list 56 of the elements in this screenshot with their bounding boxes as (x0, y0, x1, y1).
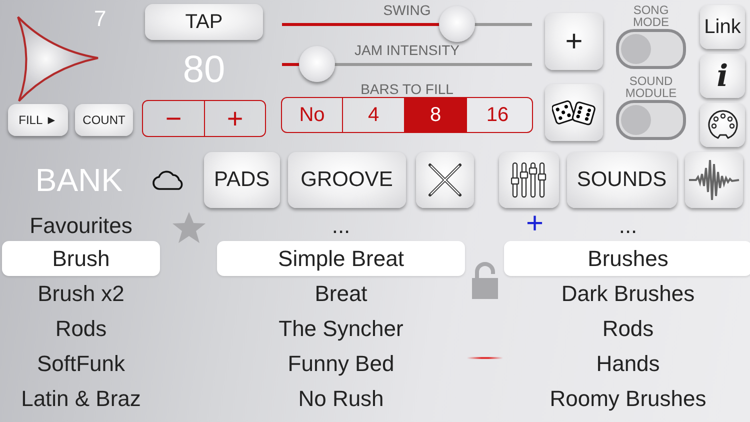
list-item[interactable]: Brush (2, 241, 160, 276)
toggle-label: SONG MODE (632, 4, 670, 28)
list-item[interactable]: Breat (217, 276, 465, 311)
list-item[interactable]: Hands (504, 346, 750, 381)
list-item[interactable]: Funny Bed (217, 346, 465, 381)
slider-thumb[interactable] (299, 46, 335, 82)
list-header: ... (332, 213, 350, 239)
list-item[interactable]: No Rush (217, 381, 465, 416)
decrement-button[interactable]: − (143, 101, 204, 136)
bars-option[interactable]: No (282, 98, 342, 132)
info-button[interactable]: i (700, 54, 745, 98)
list-item[interactable]: Rods (504, 311, 750, 346)
mixer-button[interactable] (498, 152, 559, 208)
slider-thumb[interactable] (439, 6, 475, 42)
tab-button[interactable]: GROOVE (288, 152, 406, 208)
list-item[interactable]: Simple Breat (217, 241, 465, 276)
slider-label: JAM INTENSITY (354, 41, 460, 58)
tap-button[interactable]: TAP (145, 4, 263, 40)
drumsticks-icon (426, 161, 464, 199)
waveform-button[interactable] (684, 152, 743, 208)
add-bank-button[interactable]: + (526, 209, 544, 239)
bars-option[interactable]: 16 (466, 98, 528, 132)
drumsticks-button[interactable] (416, 152, 474, 208)
toggle-switch[interactable] (616, 100, 686, 140)
list-item[interactable]: Rods (2, 311, 160, 346)
mixer-icon (510, 160, 547, 200)
list-item[interactable]: Latin & Braz (2, 381, 160, 416)
indicator-line (466, 357, 502, 359)
midi-icon (706, 109, 738, 141)
list-item[interactable]: Brush x2 (2, 276, 160, 311)
tab-button[interactable]: SOUNDS (566, 152, 677, 208)
star-icon[interactable] (170, 211, 206, 245)
increment-button[interactable]: + (204, 101, 265, 136)
list-item[interactable]: The Syncher (217, 311, 465, 346)
slider-label: SWING (383, 1, 431, 18)
toggle-switch[interactable] (616, 29, 686, 69)
list-item[interactable]: Brushes (504, 241, 750, 276)
list-item[interactable]: SoftFunk (2, 346, 160, 381)
tab-button[interactable]: PADS (204, 152, 280, 208)
midi-button[interactable] (700, 103, 745, 147)
link-button[interactable]: Link (700, 5, 745, 49)
random-button[interactable] (545, 84, 603, 141)
list-item[interactable]: Dark Brushes (504, 276, 750, 311)
add-button[interactable]: + (545, 13, 603, 70)
bars-option[interactable]: 8 (404, 98, 466, 132)
slider-fill (282, 62, 299, 66)
toggle-label: SOUND MODULE (624, 75, 678, 99)
bars-label: BARS TO FILL (360, 81, 454, 97)
fill-button[interactable]: FILL ► (8, 104, 68, 136)
list-header: Favourites (30, 213, 132, 239)
bar-counter: 7 (94, 6, 106, 32)
waveform-icon (688, 158, 740, 202)
list-item[interactable]: Roomy Brushes (504, 381, 750, 416)
count-button[interactable]: COUNT (75, 104, 133, 136)
bank-title: BANK (34, 162, 124, 198)
list-header: ... (618, 213, 638, 239)
